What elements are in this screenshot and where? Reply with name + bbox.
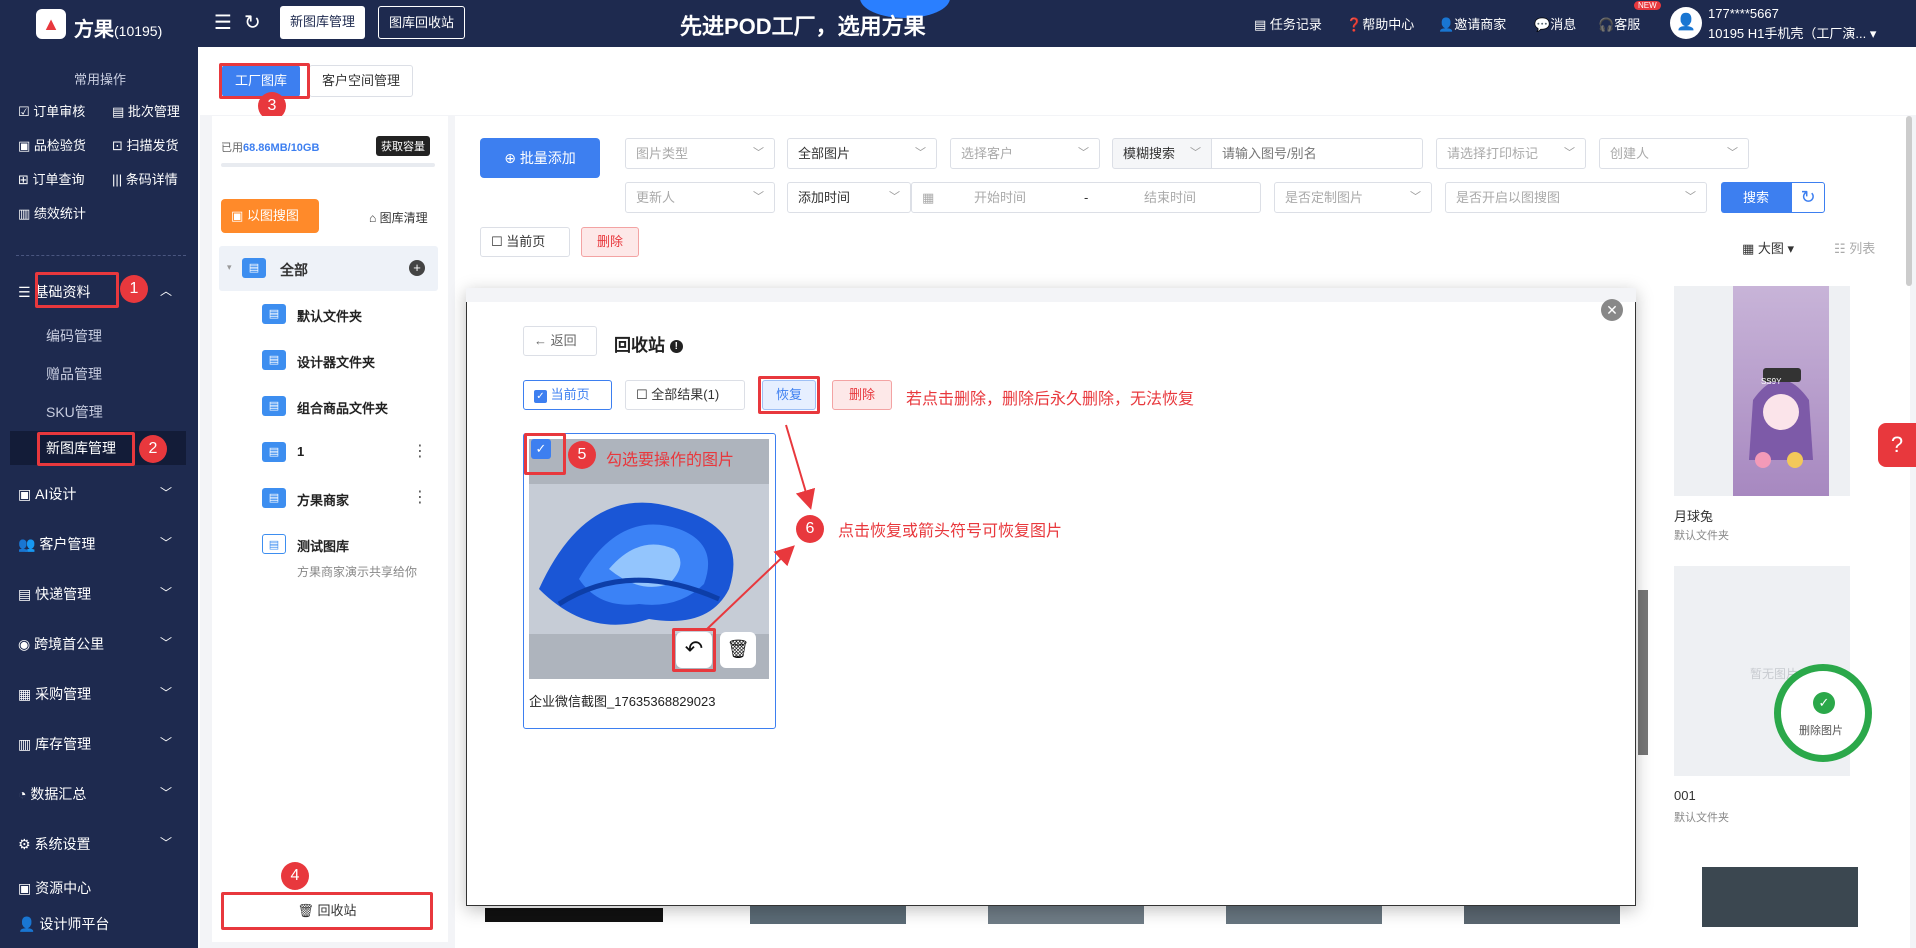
- annotation-badge-6: 6: [796, 515, 824, 543]
- annotation-arrows: [705, 424, 816, 631]
- annotation-note-restore: 点击恢复或箭头符号可恢复图片: [838, 523, 1063, 540]
